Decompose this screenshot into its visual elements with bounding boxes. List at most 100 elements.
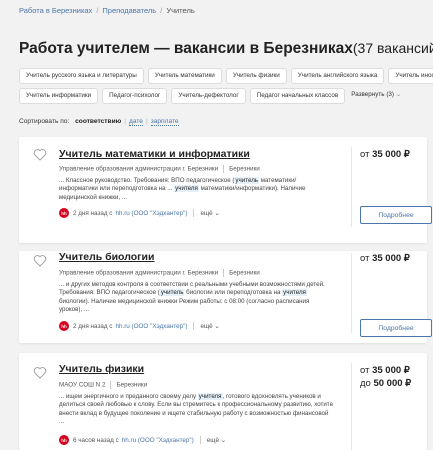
sort-bar: Сортировать по: соответствию | дате | зарпла… [19, 118, 179, 126]
vacancy-card: Учитель биологии Управление образования … [19, 251, 432, 343]
tag-physics-teacher[interactable]: Учитель физики [225, 68, 287, 84]
divider [199, 436, 201, 444]
posted-time: 2 дня назад с [73, 322, 113, 330]
tag-russian-teacher[interactable]: Учитель русского языка и литературы [19, 68, 144, 84]
breadcrumb-link-teacher[interactable]: Преподаватель [102, 6, 156, 15]
source-link[interactable]: hh.ru (ООО "Хэдхантер") [115, 210, 187, 217]
city-name: Березники [229, 165, 260, 173]
source-line: hh 6 часов назад с hh.ru (ООО "Хэдхантер… [59, 435, 226, 445]
breadcrumb-separator: / [96, 6, 99, 15]
more-label: ещё [206, 436, 219, 444]
vacancy-card: Учитель математики и информатики Управле… [19, 137, 432, 243]
card-divider [351, 253, 352, 333]
chevron-down-icon: ⌄ [212, 322, 220, 330]
related-tags: Учитель русского языка и литературы Учит… [19, 68, 433, 108]
divider [223, 269, 225, 277]
divider [110, 381, 112, 389]
vacancy-title[interactable]: Учитель математики и информатики [59, 148, 250, 160]
salary-max: до 50 000 ₽ [360, 378, 411, 389]
snippet-text: ... Классное руководство. Требования: ВП… [59, 177, 235, 184]
vacancy-snippet: ... ищем энергичного и преданного своему… [59, 393, 334, 427]
tag-informatics-teacher[interactable]: Учитель информатики [19, 88, 99, 104]
more-label: ещё [200, 322, 213, 330]
source-link[interactable]: hh.ru (ООО "Хэдхантер") [115, 323, 187, 330]
snippet-highlight: учитель [234, 177, 260, 184]
salary-to: 50 000 [373, 378, 403, 389]
heart-outline-icon[interactable] [33, 254, 47, 267]
expand-tags-label: Развернуть (3) [351, 91, 395, 98]
posted-time: 2 дня назад с [73, 209, 113, 217]
salary: от 35 000 ₽ [360, 253, 410, 264]
chevron-down-icon: ⌄ [218, 436, 226, 444]
sort-divider: | [145, 118, 148, 125]
tag-math-teacher[interactable]: Учитель математики [147, 68, 222, 84]
sort-salary[interactable]: зарплате [150, 118, 179, 126]
source-line: hh 2 дня назад с hh.ru (ООО "Хэдхантер")… [59, 321, 220, 331]
salary-from: 35 000 [372, 253, 402, 264]
salary-prefix: от [360, 365, 370, 376]
salary: от 35 000 ₽ [360, 365, 410, 376]
hh-logo-icon: hh [59, 435, 69, 445]
snippet-highlight: учитель [159, 289, 185, 297]
details-button[interactable]: Подробнее [360, 206, 432, 224]
snippet-text: ... ищем энергичного и преданного своему… [59, 393, 198, 400]
hh-logo-icon: hh [59, 208, 69, 218]
vacancy-snippet: ... Классное руководство. Требования: ВП… [59, 177, 334, 202]
breadcrumb: Работа в Березниках / Преподаватель / Учител… [19, 6, 195, 15]
tag-defectologist[interactable]: Учитель-дефектолог [171, 88, 246, 104]
currency-sign: ₽ [403, 253, 410, 264]
source-line: hh 2 дня назад с hh.ru (ООО "Хэдхантер")… [59, 208, 220, 218]
salary-from: 35 000 [372, 149, 402, 160]
vacancy-title[interactable]: Учитель физики [59, 363, 144, 375]
more-menu[interactable]: ещё ⌄ [207, 437, 226, 444]
vacancy-card: Учитель физики МАОУ СОШ N 2 Березники ...… [19, 353, 427, 450]
breadcrumb-separator: / [160, 6, 163, 15]
tag-foreign-teacher[interactable]: Учитель иностр [388, 68, 433, 84]
tag-psychologist[interactable]: Педагог-психолог [102, 88, 168, 104]
sort-divider: | [124, 118, 126, 125]
company-name: Управление образования администрации г. … [59, 269, 219, 277]
heart-outline-icon[interactable] [33, 366, 47, 379]
details-button[interactable]: Подробнее [360, 319, 432, 337]
company-line: Управление образования администрации г. … [59, 269, 260, 277]
salary-prefix: от [360, 149, 370, 160]
more-menu[interactable]: ещё ⌄ [200, 323, 219, 330]
expand-tags-button[interactable]: Развернуть (3) ⌄ [349, 88, 403, 104]
snippet-text: биологии или переподготовка на [184, 289, 283, 297]
divider [193, 209, 195, 217]
hh-logo-icon: hh [59, 321, 69, 331]
page-title: Работа учителем — вакансии в Березниках(… [19, 40, 433, 58]
vacancy-count: (37 вакансий) [352, 40, 433, 56]
card-divider [351, 147, 352, 227]
salary: от 35 000 ₽ [360, 149, 410, 160]
company-line: Управление образования администрации г. … [59, 165, 260, 173]
chevron-down-icon: ⌄ [396, 92, 402, 98]
vacancy-title[interactable]: Учитель биологии [59, 251, 154, 263]
salary-prefix: от [360, 253, 370, 264]
currency-sign: ₽ [403, 365, 410, 376]
tag-row-1: Учитель русского языка и литературы Учит… [19, 68, 433, 84]
city-name: Березники [229, 269, 260, 277]
chevron-down-icon: ⌄ [212, 209, 220, 217]
sort-label: Сортировать по: [19, 118, 70, 125]
sort-date[interactable]: дате [128, 118, 143, 126]
tag-english-teacher[interactable]: Учитель английского языка [290, 68, 385, 84]
currency-sign: ₽ [403, 149, 410, 160]
company-name: МАОУ СОШ N 2 [59, 381, 106, 389]
tag-primary-teacher[interactable]: Педагог начальных классов [249, 88, 346, 104]
card-divider [351, 363, 352, 450]
currency-sign: ₽ [405, 378, 412, 389]
snippet-highlight: учителя [282, 289, 307, 297]
company-name: Управление образования администрации г. … [59, 165, 219, 173]
snippet-highlight: учителя [197, 393, 223, 400]
source-link[interactable]: hh.ru (ООО "Хэдхантер") [122, 437, 194, 444]
snippet-highlight: учителя [174, 185, 199, 193]
sort-relevance[interactable]: соответствию [75, 118, 121, 125]
snippet-text: биологии). Наличие медицинской книжки Ре… [59, 297, 310, 314]
heart-outline-icon[interactable] [33, 148, 47, 161]
salary-to-prefix: до [360, 378, 371, 389]
breadcrumb-link-jobs[interactable]: Работа в Березниках [19, 6, 92, 15]
salary-from: 35 000 [372, 365, 402, 376]
city-name: Березники [116, 381, 148, 389]
more-menu[interactable]: ещё ⌄ [200, 210, 219, 217]
